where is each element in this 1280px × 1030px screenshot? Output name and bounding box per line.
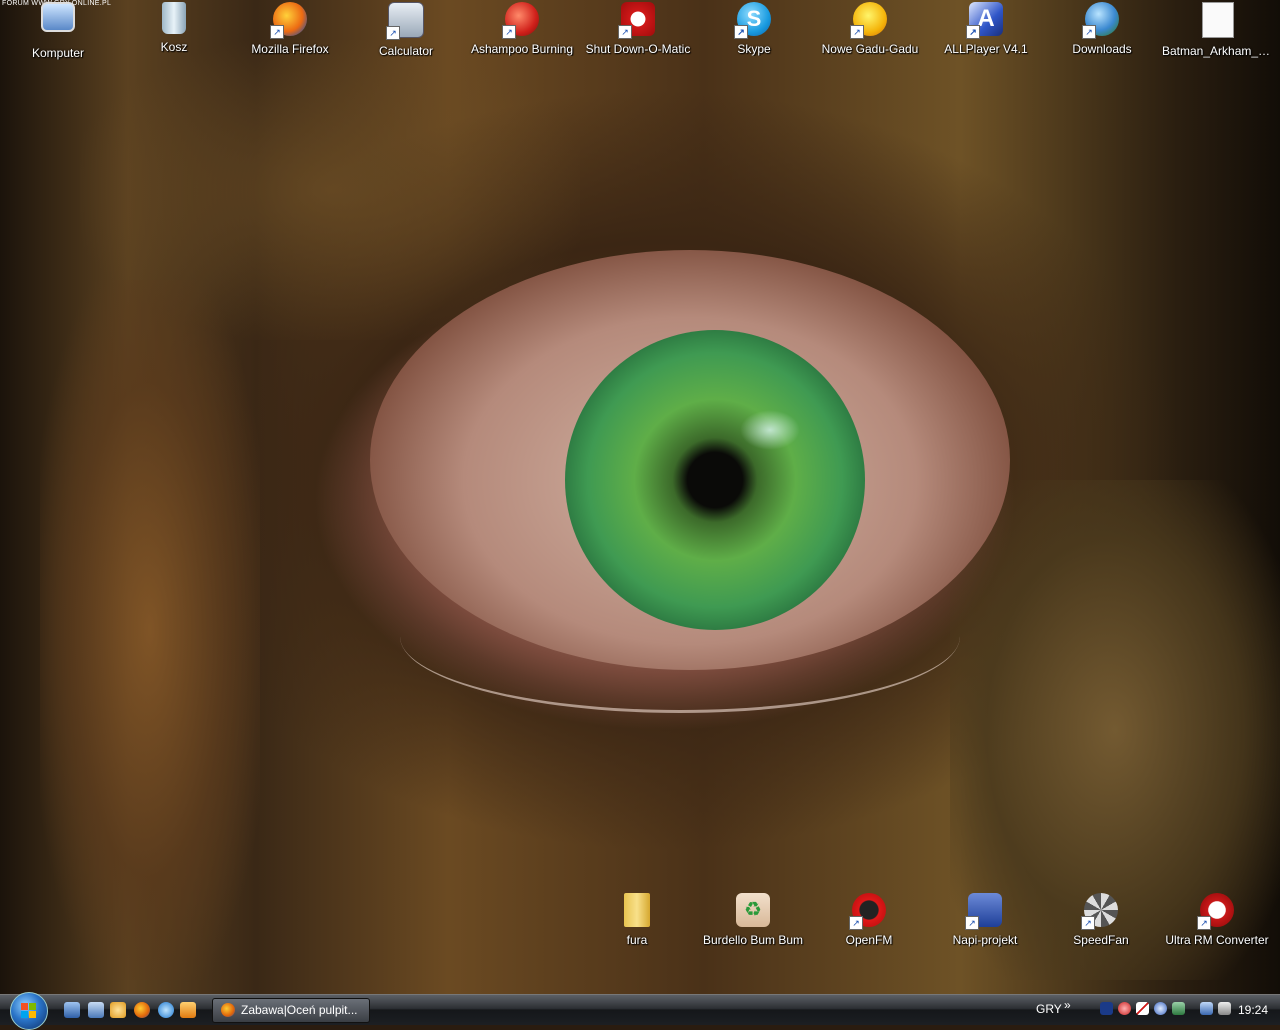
firefox-icon [221,1003,235,1017]
taskbar: Zabawa|Oceń pulpit... GRY » 19:24 [0,992,1280,1030]
calculator-icon: ↗ [386,2,424,40]
tray-network-icon[interactable] [1100,1002,1113,1015]
openfm-icon: ↗ [849,893,886,930]
desktop-icon-fura[interactable]: fura [581,893,693,947]
recycle-bin-icon [162,2,186,34]
media-player-icon[interactable] [180,1002,196,1018]
volume-icon[interactable] [1218,1002,1231,1015]
internet-explorer-icon[interactable] [158,1002,174,1018]
start-button[interactable] [10,992,48,1030]
shutdown-icon: ↗ [618,2,655,39]
napi-projekt-icon: ↗ [965,893,1002,930]
desktop-icon-ultra-rm-converter[interactable]: ↗ Ultra RM Converter [1161,893,1273,947]
clock[interactable]: 19:24 [1238,1003,1268,1017]
desktop-icon-allplayer[interactable]: A ↗ ALLPlayer V4.1 [930,2,1042,56]
taskbar-button-firefox-window[interactable]: Zabawa|Oceń pulpit... [212,998,370,1023]
recycle-bag-icon: ♻ [736,893,770,927]
speedfan-icon: ↗ [1081,893,1118,930]
desktop-icon-ashampoo-burning[interactable]: ↗ Ashampoo Burning [466,2,578,56]
allplayer-icon: A ↗ [966,2,1003,39]
show-desktop-icon[interactable] [64,1002,80,1018]
desktop-icon-calculator[interactable]: ↗ Calculator [350,2,462,58]
desktop-icon-downloads[interactable]: ↗ Downloads [1046,2,1158,56]
desktop-wallpaper [0,0,1280,994]
firefox-icon: ↗ [270,2,307,39]
desktop-icon-speedfan[interactable]: ↗ SpeedFan [1045,893,1157,947]
tray-update-icon[interactable] [1172,1002,1185,1015]
tray-monitor-icon[interactable] [1200,1002,1213,1015]
desktop-icon-batman-arkham[interactable]: Batman_Arkham_A... [1162,2,1274,58]
desktop-icon-kosz[interactable]: Kosz [118,2,230,54]
gadu-gadu-icon: ↗ [850,2,887,39]
desktop-icon-nowe-gadu-gadu[interactable]: ↗ Nowe Gadu-Gadu [814,2,926,56]
desktop-icon-burdello-bum-bum[interactable]: ♻ Burdello Bum Bum [697,893,809,947]
document-icon [1202,2,1234,38]
switch-windows-icon[interactable] [88,1002,104,1018]
desktop-icon-firefox[interactable]: ↗ Mozilla Firefox [234,2,346,56]
desktop-icon-skype[interactable]: S ↗ Skype [698,2,810,56]
ashampoo-burning-icon: ↗ [502,2,539,39]
skype-icon: S ↗ [734,2,771,39]
ultra-rm-converter-icon: ↗ [1197,893,1234,930]
downloads-folder-icon: ↗ [1082,2,1119,39]
mail-icon[interactable] [110,1002,126,1018]
desktop-icon-shut-down-o-matic[interactable]: ↗ Shut Down-O-Matic [582,2,694,56]
desktop-icon-komputer[interactable]: Komputer [2,2,114,60]
firefox-quicklaunch-icon[interactable] [134,1002,150,1018]
language-indicator[interactable]: GRY [1036,1002,1062,1016]
tray-antivirus-icon[interactable] [1136,1002,1149,1015]
tray-gear-icon[interactable] [1118,1002,1131,1015]
desktop-icon-openfm[interactable]: ↗ OpenFM [813,893,925,947]
windows-logo-icon [21,1003,37,1019]
folder-icon [624,893,650,927]
tray-info-icon[interactable] [1154,1002,1167,1015]
computer-icon [41,2,75,32]
desktop-icon-napi-projekt[interactable]: ↗ Napi-projekt [929,893,1041,947]
toolbar-overflow-chevron[interactable]: » [1064,998,1071,1012]
